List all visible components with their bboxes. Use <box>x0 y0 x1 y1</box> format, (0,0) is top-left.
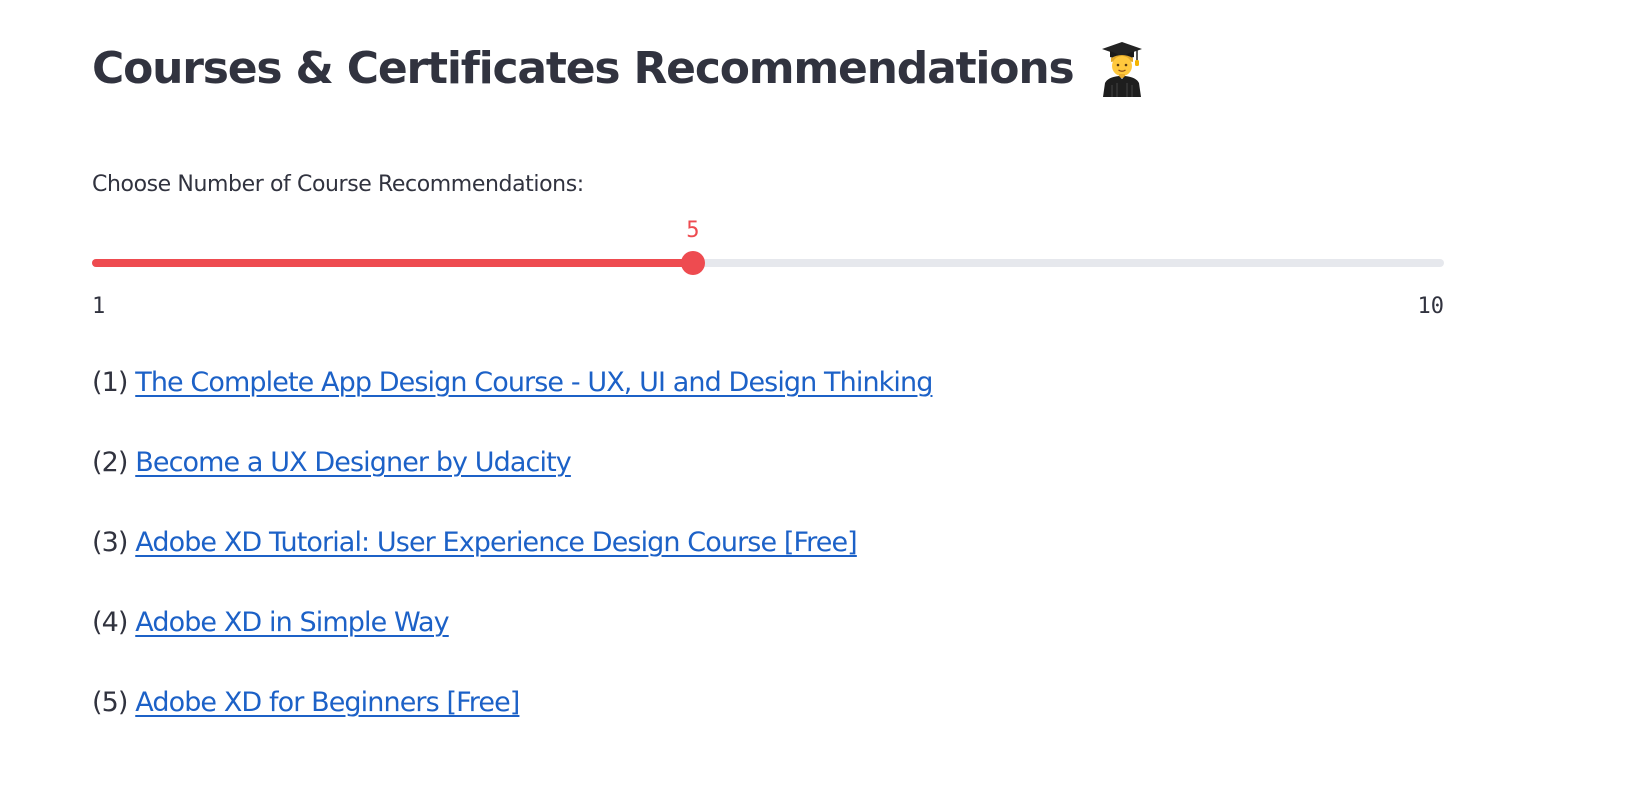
list-item: (3) Adobe XD Tutorial: User Experience D… <box>92 524 932 604</box>
list-item: (1) The Complete App Design Course - UX,… <box>92 364 933 444</box>
slider-track[interactable] <box>92 259 1444 267</box>
graduate-emoji-icon <box>1099 41 1145 97</box>
title-row: Courses & Certificates Recommendations <box>92 34 1145 104</box>
course-link[interactable]: Become a UX Designer by Udacity <box>135 447 572 478</box>
slider-value: 5 <box>686 218 700 243</box>
slider-label: Choose Number of Course Recommendations: <box>92 172 584 197</box>
slider-thumb[interactable] <box>680 251 705 275</box>
list-item: (4) Adobe XD in Simple Way <box>92 604 932 684</box>
course-number: (1) <box>92 367 128 398</box>
course-number: (2) <box>92 447 128 478</box>
recommendation-count-slider[interactable]: 5 1 10 <box>92 216 1444 326</box>
slider-min-label: 1 <box>92 294 106 319</box>
list-item: (2) Become a UX Designer by Udacity <box>92 444 932 524</box>
course-number: (5) <box>92 687 128 718</box>
course-link[interactable]: Adobe XD Tutorial: User Experience Desig… <box>135 527 857 558</box>
course-link[interactable]: The Complete App Design Course - UX, UI … <box>135 367 933 398</box>
course-number: (4) <box>92 607 128 638</box>
slider-max-label: 10 <box>1417 294 1445 319</box>
course-link[interactable]: Adobe XD in Simple Way <box>135 607 449 638</box>
page-title: Courses & Certificates Recommendations <box>92 43 1075 94</box>
course-list: (1) The Complete App Design Course - UX,… <box>92 364 933 764</box>
slider-track-fill <box>92 259 693 267</box>
course-link[interactable]: Adobe XD for Beginners [Free] <box>135 687 520 718</box>
list-item: (5) Adobe XD for Beginners [Free] <box>92 684 932 764</box>
course-number: (3) <box>92 527 128 558</box>
